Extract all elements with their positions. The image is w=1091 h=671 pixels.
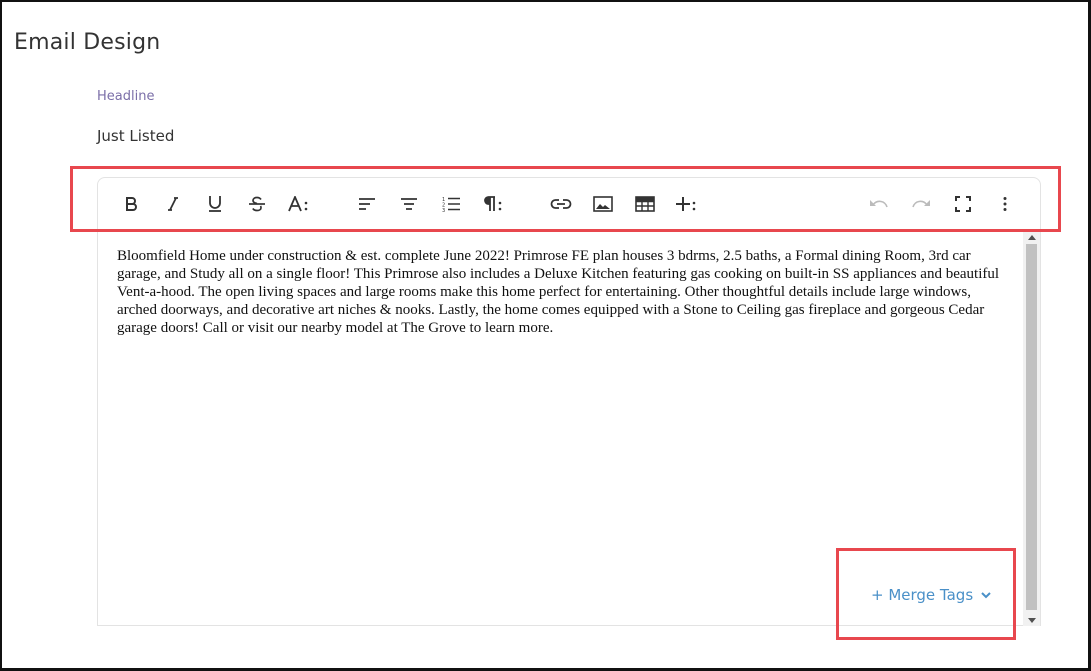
insert-table-button[interactable] [631, 190, 659, 218]
link-icon [550, 199, 572, 209]
insert-more-button[interactable] [673, 190, 701, 218]
align-left-icon [359, 198, 375, 210]
ordered-list-icon: 123 [442, 197, 460, 212]
merge-tags-dropdown[interactable]: + Merge Tags [871, 586, 991, 604]
underline-button[interactable] [201, 190, 229, 218]
chevron-down-icon [981, 591, 991, 598]
plus-more-icon [676, 197, 696, 211]
rich-text-editor: 123 Bloomfield Home under construction &… [97, 177, 1041, 626]
italic-button[interactable] [159, 190, 187, 218]
text-format-icon [288, 196, 308, 212]
insert-image-button[interactable] [589, 190, 617, 218]
svg-text:3: 3 [442, 208, 445, 212]
italic-icon [168, 197, 178, 211]
redo-button[interactable] [907, 190, 935, 218]
align-center-button[interactable] [395, 190, 423, 218]
headline-value[interactable]: Just Listed [97, 127, 174, 145]
bold-icon [126, 197, 137, 211]
fullscreen-button[interactable] [949, 190, 977, 218]
fullscreen-icon [955, 196, 971, 212]
kebab-menu-icon [1003, 197, 1007, 211]
underline-icon [209, 196, 221, 212]
undo-icon [870, 200, 888, 208]
headline-label: Headline [97, 89, 155, 104]
scroll-thumb[interactable] [1026, 244, 1037, 610]
undo-button[interactable] [865, 190, 893, 218]
strikethrough-icon [249, 196, 265, 212]
scroll-down-arrow-icon[interactable] [1023, 614, 1040, 626]
editor-toolbar: 123 [98, 178, 1040, 231]
paragraph-format-more-button[interactable] [479, 190, 507, 218]
redo-icon [912, 200, 930, 208]
align-left-button[interactable] [353, 190, 381, 218]
ordered-list-button[interactable]: 123 [437, 190, 465, 218]
image-icon [593, 196, 613, 212]
text-format-more-button[interactable] [285, 190, 313, 218]
page-title: Email Design [14, 30, 161, 55]
scroll-up-arrow-icon[interactable] [1023, 231, 1040, 243]
align-center-icon [401, 198, 417, 210]
editor-scrollbar[interactable] [1023, 231, 1040, 626]
insert-link-button[interactable] [547, 190, 575, 218]
bold-button[interactable] [117, 190, 145, 218]
merge-tags-label: + Merge Tags [871, 586, 974, 604]
strikethrough-button[interactable] [243, 190, 271, 218]
more-options-button[interactable] [991, 190, 1019, 218]
editor-body-text[interactable]: Bloomfield Home under construction & est… [117, 247, 1007, 337]
table-icon [635, 196, 655, 212]
paragraph-icon [484, 196, 502, 211]
